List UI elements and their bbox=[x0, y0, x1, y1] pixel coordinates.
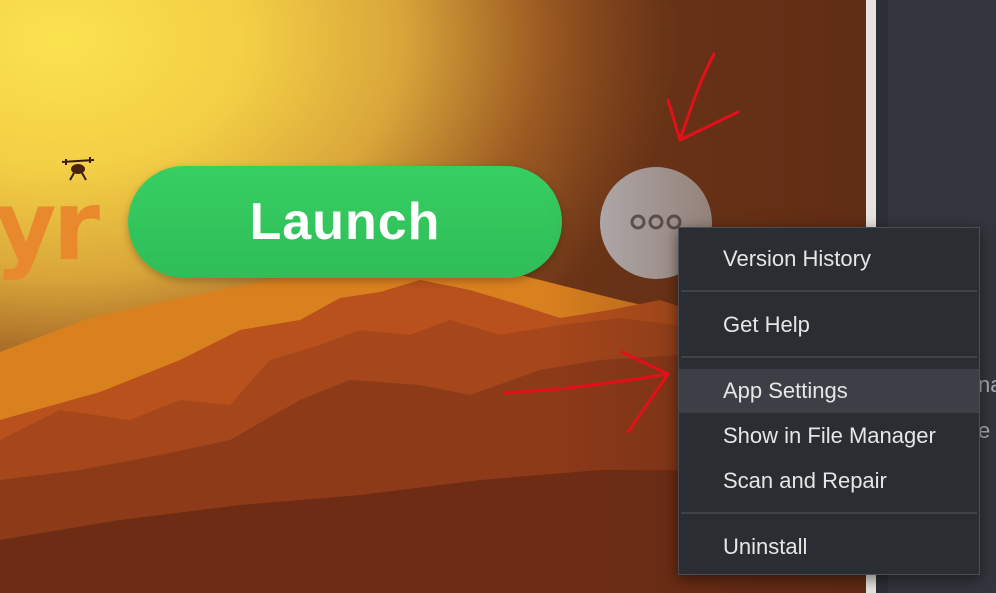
menu-item-show-in-file-manager[interactable]: Show in File Manager bbox=[679, 414, 979, 458]
drone-icon bbox=[61, 157, 95, 181]
side-panel-text: na bbox=[978, 372, 996, 397]
menu-separator bbox=[681, 290, 977, 292]
menu-item-scan-and-repair[interactable]: Scan and Repair bbox=[679, 459, 979, 503]
context-menu: Version History Get Help App Settings Sh… bbox=[678, 227, 980, 575]
game-logo-fragment: yr bbox=[0, 170, 100, 282]
more-horizontal-icon bbox=[630, 214, 682, 230]
menu-item-app-settings[interactable]: App Settings bbox=[679, 369, 979, 413]
menu-separator bbox=[681, 512, 977, 514]
menu-item-get-help[interactable]: Get Help bbox=[679, 303, 979, 347]
launch-button[interactable]: Launch bbox=[128, 166, 562, 278]
menu-separator bbox=[681, 356, 977, 358]
menu-item-version-history[interactable]: Version History bbox=[679, 237, 979, 281]
menu-item-uninstall[interactable]: Uninstall bbox=[679, 525, 979, 569]
